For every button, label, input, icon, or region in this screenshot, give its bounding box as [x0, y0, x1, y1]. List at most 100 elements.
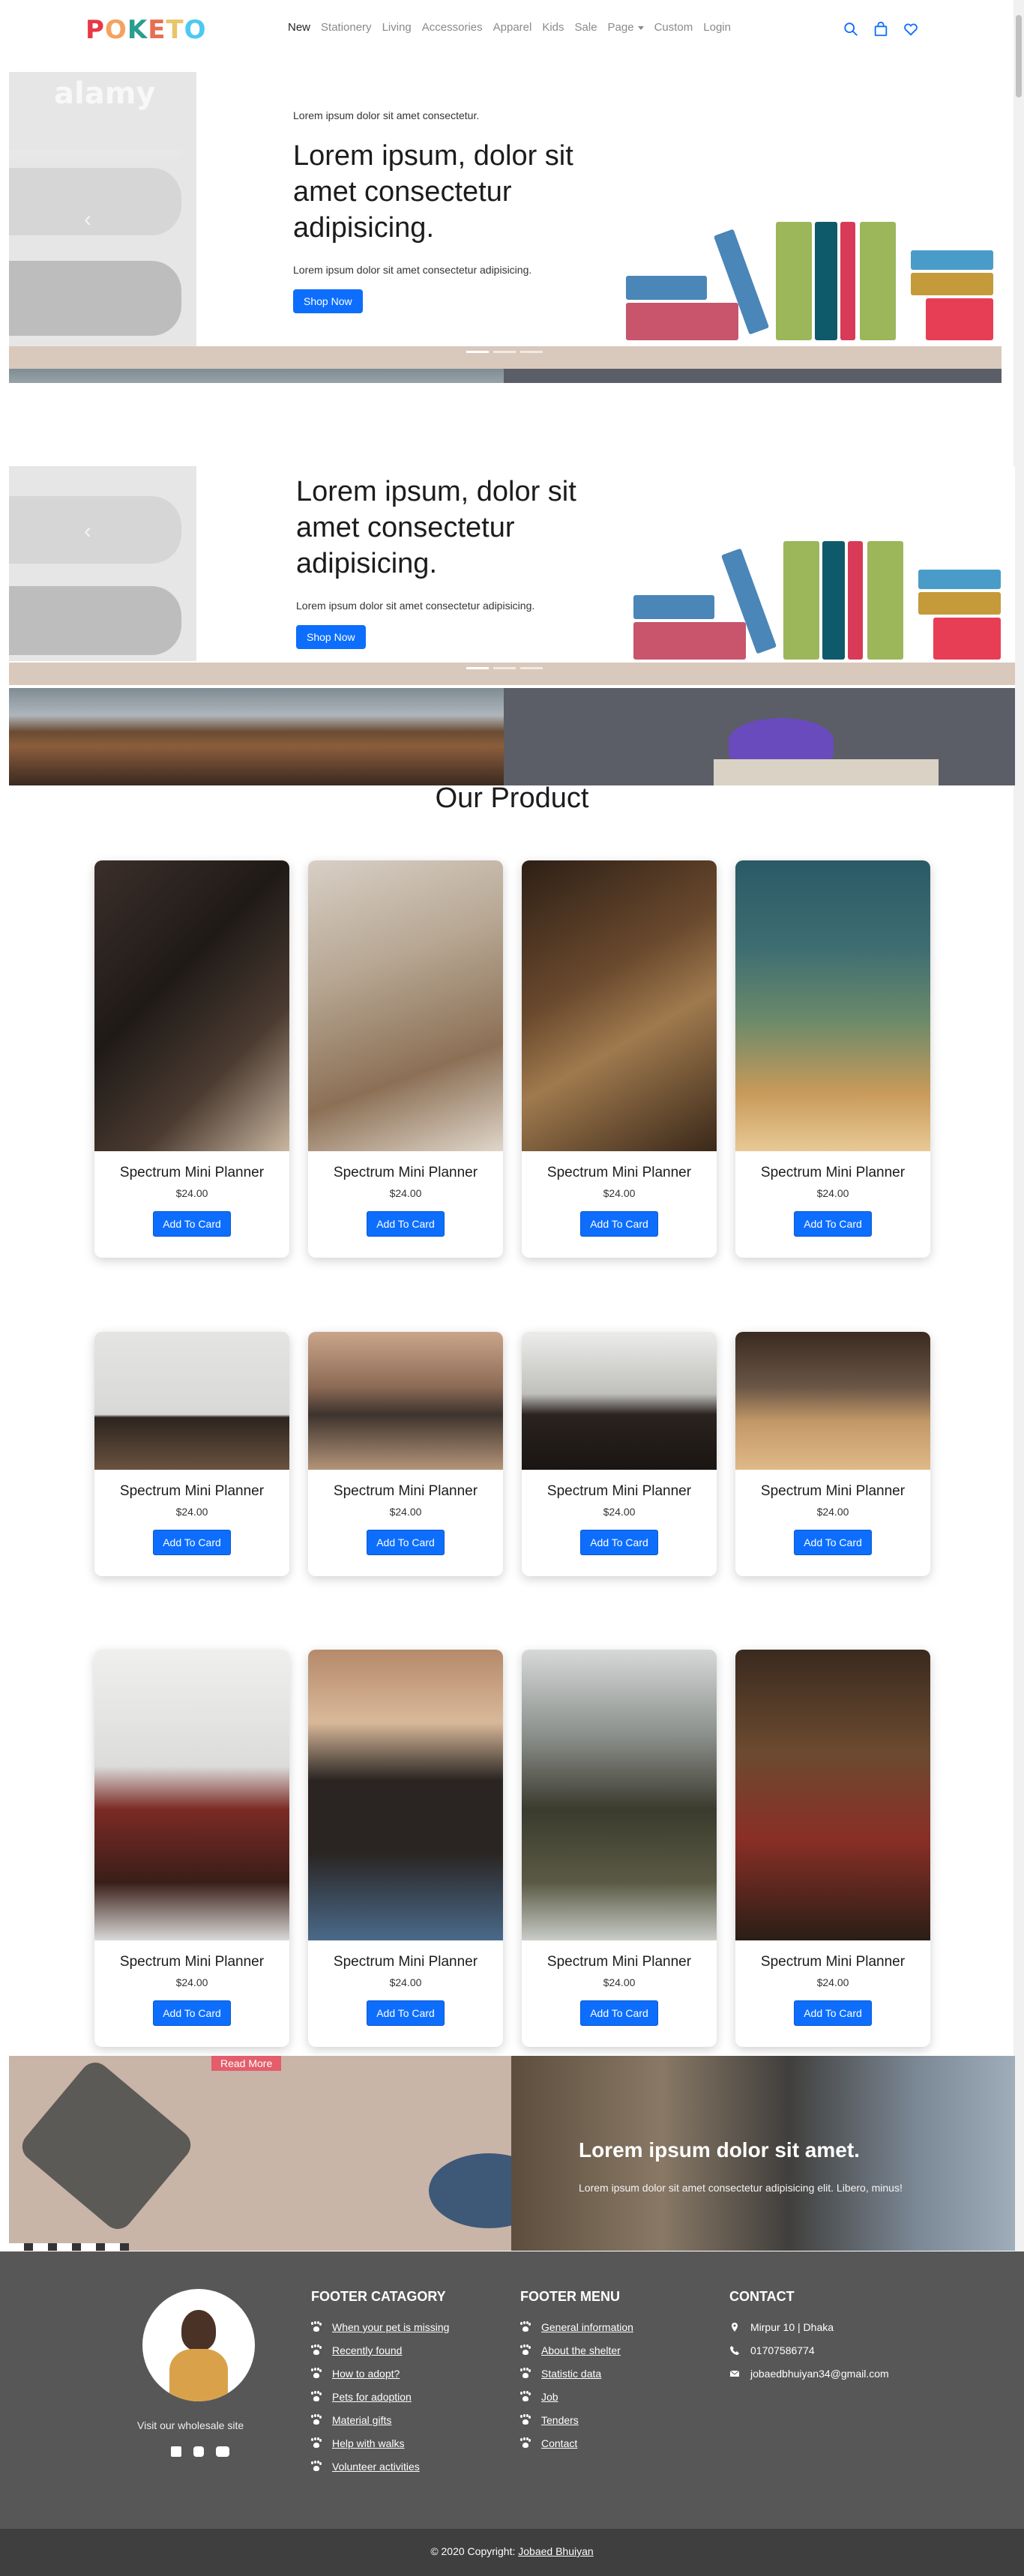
add-to-cart-button[interactable]: Add To Card — [794, 2000, 872, 2026]
carousel-prev-icon[interactable]: ‹ — [84, 519, 91, 544]
carousel-indicator[interactable] — [493, 351, 516, 353]
copyright-author-link[interactable]: Jobaed Bhuiyan — [518, 2545, 593, 2557]
heart-icon[interactable] — [903, 21, 919, 37]
brand-logo[interactable]: POKETO — [85, 15, 207, 45]
search-icon[interactable] — [843, 21, 859, 37]
add-to-cart-button[interactable]: Add To Card — [580, 1211, 658, 1237]
footer-link[interactable]: General information — [541, 2321, 633, 2333]
product-image[interactable] — [94, 1650, 289, 1940]
add-to-cart-button[interactable]: Add To Card — [580, 1530, 658, 1555]
add-to-cart-button[interactable]: Add To Card — [153, 2000, 231, 2026]
product-image[interactable] — [308, 1650, 503, 1940]
facebook-icon[interactable] — [171, 2446, 181, 2457]
wholesale-link[interactable]: Visit our wholesale site — [137, 2419, 244, 2431]
contact-phone[interactable]: 01707586774 — [750, 2344, 815, 2356]
product-card[interactable]: Spectrum Mini Planner $24.00 Add To Card — [308, 1332, 503, 1576]
product-card[interactable]: Spectrum Mini Planner $24.00 Add To Card — [308, 1650, 503, 2047]
product-image[interactable] — [308, 1332, 503, 1470]
contact-address: Mirpur 10 | Dhaka — [750, 2321, 834, 2333]
flower-shape — [729, 718, 834, 763]
footer-link-item: Statistic data — [520, 2368, 633, 2380]
bag-icon[interactable] — [873, 21, 889, 37]
footer-link[interactable]: Help with walks — [332, 2437, 404, 2449]
product-image[interactable] — [522, 1332, 717, 1470]
add-to-cart-button[interactable]: Add To Card — [794, 1530, 872, 1555]
footer-link[interactable]: When your pet is missing — [332, 2321, 449, 2333]
product-card[interactable]: Spectrum Mini Planner $24.00 Add To Card — [94, 1650, 289, 2047]
nav-item-stationery[interactable]: Stationery — [321, 21, 372, 34]
paw-icon — [311, 2368, 322, 2379]
nav-item-page-dropdown[interactable]: Page — [608, 21, 644, 34]
nav-item-kids[interactable]: Kids — [542, 21, 564, 34]
product-card[interactable]: Spectrum Mini Planner $24.00 Add To Card — [94, 1332, 289, 1576]
product-card[interactable]: Spectrum Mini Planner $24.00 Add To Card — [735, 1650, 930, 2047]
book-shape — [918, 570, 1001, 589]
contact-email[interactable]: jobaedbhuiyan34@gmail.com — [750, 2368, 889, 2380]
product-card[interactable]: Spectrum Mini Planner $24.00 Add To Card — [735, 1332, 930, 1576]
paw-icon — [520, 2415, 531, 2425]
add-to-cart-button[interactable]: Add To Card — [367, 1211, 445, 1237]
carousel-indicator[interactable] — [520, 351, 543, 353]
nav-menu: New Stationery Living Accessories Appare… — [288, 21, 731, 34]
add-to-cart-button[interactable]: Add To Card — [794, 1211, 872, 1237]
footer-link[interactable]: Contact — [541, 2437, 577, 2449]
carousel-prev-icon[interactable]: ‹ — [84, 207, 91, 232]
nav-item-apparel[interactable]: Apparel — [493, 21, 532, 34]
footer-link[interactable]: How to adopt? — [332, 2368, 400, 2380]
nav-item-login[interactable]: Login — [703, 21, 731, 34]
product-card[interactable]: Spectrum Mini Planner $24.00 Add To Card — [308, 860, 503, 1258]
social-links — [171, 2446, 229, 2457]
product-image[interactable] — [94, 860, 289, 1151]
scrollbar-thumb[interactable] — [1016, 15, 1022, 97]
carousel-indicator[interactable] — [493, 667, 516, 669]
product-card[interactable]: Spectrum Mini Planner $24.00 Add To Card — [735, 860, 930, 1258]
carousel-indicator[interactable] — [520, 667, 543, 669]
book-shape — [918, 592, 1001, 615]
library-shelves-image — [9, 688, 504, 785]
carousel-indicator[interactable] — [466, 667, 489, 669]
add-to-cart-button[interactable]: Add To Card — [153, 1211, 231, 1237]
footer-link-item: About the shelter — [520, 2344, 633, 2356]
footer-link[interactable]: Tenders — [541, 2414, 579, 2426]
footer-link[interactable]: Material gifts — [332, 2414, 391, 2426]
nav-item-accessories[interactable]: Accessories — [422, 21, 483, 34]
shop-now-button[interactable]: Shop Now — [293, 289, 363, 313]
read-more-button[interactable]: Read More — [211, 2056, 282, 2071]
page-scrollbar[interactable] — [1014, 0, 1024, 2576]
carousel-indicator[interactable] — [466, 351, 489, 353]
product-card[interactable]: Spectrum Mini Planner $24.00 Add To Card — [522, 1332, 717, 1576]
book-shape — [822, 541, 845, 660]
product-image[interactable] — [735, 860, 930, 1151]
add-to-cart-button[interactable]: Add To Card — [367, 2000, 445, 2026]
shop-now-button[interactable]: Shop Now — [296, 625, 366, 649]
product-price: $24.00 — [389, 1976, 422, 1988]
footer-link[interactable]: Statistic data — [541, 2368, 601, 2380]
promo-description: Lorem ipsum dolor sit amet consectetur a… — [579, 2182, 903, 2194]
product-card[interactable]: Spectrum Mini Planner $24.00 Add To Card — [94, 860, 289, 1258]
nav-item-sale[interactable]: Sale — [575, 21, 597, 34]
footer-link-item: General information — [520, 2321, 633, 2333]
footer-link[interactable]: Job — [541, 2391, 558, 2403]
add-to-cart-button[interactable]: Add To Card — [367, 1530, 445, 1555]
product-image[interactable] — [735, 1650, 930, 1940]
footer-link[interactable]: Volunteer activities — [332, 2461, 420, 2473]
product-image[interactable] — [522, 1650, 717, 1940]
chevron-down-icon — [637, 25, 644, 30]
youtube-icon[interactable] — [216, 2446, 229, 2457]
product-image[interactable] — [735, 1332, 930, 1470]
instagram-icon[interactable] — [193, 2446, 204, 2457]
product-image[interactable] — [94, 1332, 289, 1470]
add-to-cart-button[interactable]: Add To Card — [153, 1530, 231, 1555]
footer-link[interactable]: Pets for adoption — [332, 2391, 412, 2403]
product-card[interactable]: Spectrum Mini Planner $24.00 Add To Card — [522, 860, 717, 1258]
nav-item-new[interactable]: New — [288, 21, 310, 34]
footer-link[interactable]: Recently found — [332, 2344, 402, 2356]
product-image[interactable] — [308, 860, 503, 1151]
nav-item-custom[interactable]: Custom — [654, 21, 693, 34]
product-card[interactable]: Spectrum Mini Planner $24.00 Add To Card — [522, 1650, 717, 2047]
nav-item-living[interactable]: Living — [382, 21, 412, 34]
product-price: $24.00 — [603, 1187, 636, 1199]
product-image[interactable] — [522, 860, 717, 1151]
footer-link[interactable]: About the shelter — [541, 2344, 621, 2356]
add-to-cart-button[interactable]: Add To Card — [580, 2000, 658, 2026]
